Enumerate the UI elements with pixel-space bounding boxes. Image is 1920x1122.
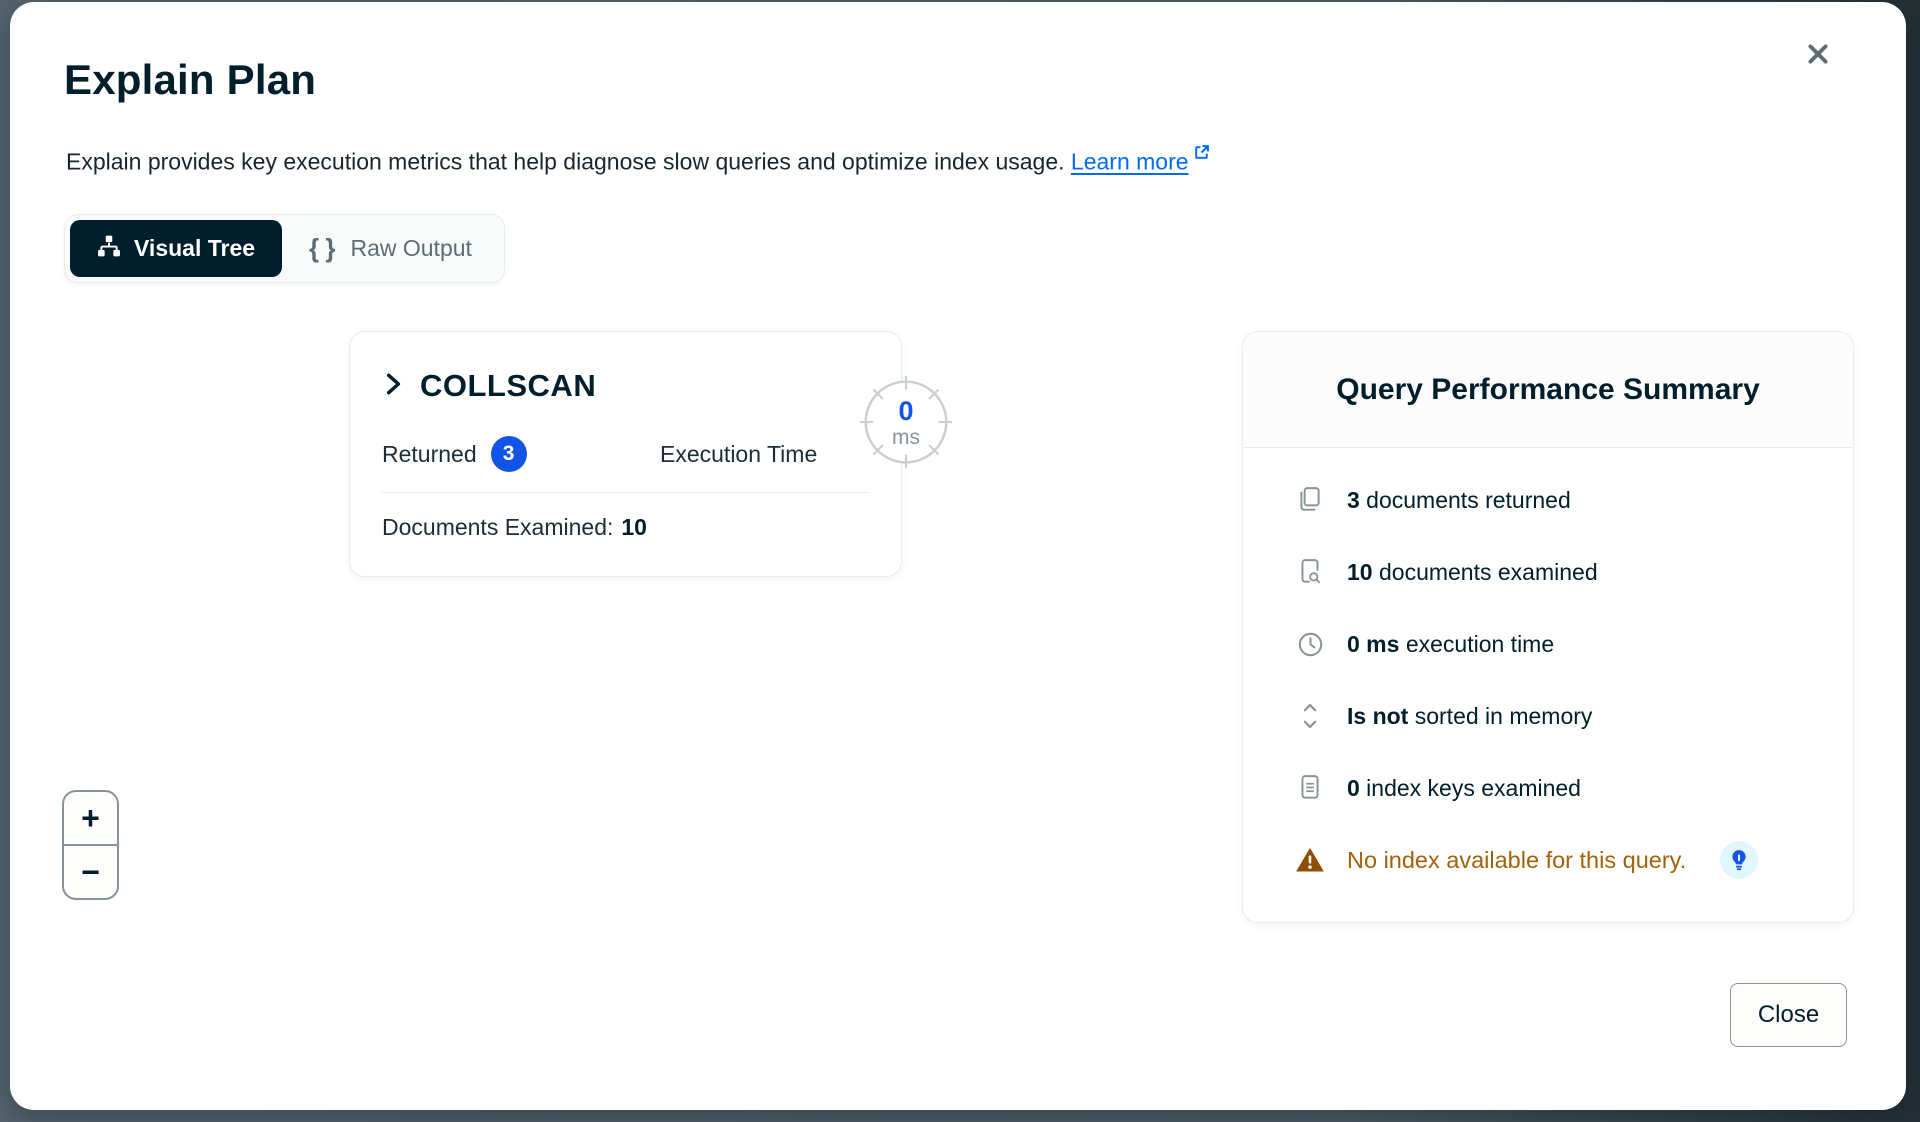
explain-plan-modal: Explain Plan Explain provides key execut…	[10, 2, 1906, 1110]
gauge-value: 0	[858, 396, 954, 427]
modal-description: Explain provides key execution metrics t…	[66, 140, 1210, 176]
stage-header: COLLSCAN	[382, 368, 596, 404]
warning-text: No index available for this query.	[1347, 847, 1686, 874]
external-link-icon	[1193, 140, 1210, 167]
list-item: 0 ms execution time	[1295, 608, 1853, 680]
returned-count-badge: 3	[491, 436, 527, 472]
documents-examined-label: Documents Examined:	[382, 514, 613, 540]
summary-item-text: 0 index keys examined	[1347, 775, 1581, 802]
divider	[382, 492, 869, 493]
returned-label: Returned	[382, 441, 477, 468]
summary-item-text: 3 documents returned	[1347, 487, 1571, 514]
no-index-warning: No index available for this query.	[1295, 824, 1853, 896]
summary-items: 3 documents returned 10 documents examin…	[1243, 448, 1853, 896]
documents-returned-icon	[1295, 486, 1325, 514]
learn-more-link[interactable]: Learn more	[1071, 149, 1189, 175]
clock-icon	[1295, 631, 1325, 658]
lightbulb-icon[interactable]	[1720, 841, 1758, 879]
execution-time-label: Execution Time	[660, 441, 817, 468]
zoom-controls: + −	[62, 790, 119, 900]
list-item: 3 documents returned	[1295, 464, 1853, 536]
summary-item-text: 10 documents examined	[1347, 559, 1598, 586]
query-performance-summary: Query Performance Summary 3 documents re…	[1242, 331, 1854, 923]
view-toggle: Visual Tree { } Raw Output	[64, 214, 505, 283]
close-button[interactable]: Close	[1730, 983, 1847, 1047]
chevron-right-icon[interactable]	[382, 371, 404, 402]
tab-label: Visual Tree	[134, 235, 255, 262]
list-item: 0 index keys examined	[1295, 752, 1853, 824]
index-document-icon	[1295, 774, 1325, 802]
summary-item-text: Is not sorted in memory	[1347, 703, 1592, 730]
tree-diagram-icon	[97, 234, 121, 264]
collscan-stage-card: COLLSCAN Returned 3 Execution Time Docum…	[349, 331, 902, 577]
list-item: Is not sorted in memory	[1295, 680, 1853, 752]
document-search-icon	[1295, 558, 1325, 586]
warning-icon	[1295, 846, 1325, 874]
sort-arrows-icon	[1295, 701, 1325, 731]
close-icon[interactable]	[1796, 32, 1840, 76]
summary-title: Query Performance Summary	[1243, 332, 1853, 448]
curly-braces-icon: { }	[309, 233, 337, 264]
summary-item-text: 0 ms execution time	[1347, 631, 1554, 658]
page-title: Explain Plan	[64, 56, 316, 104]
gauge-unit: ms	[858, 426, 954, 450]
stage-name: COLLSCAN	[420, 368, 596, 404]
tab-raw-output[interactable]: { } Raw Output	[282, 220, 499, 277]
stage-stats-row: Returned 3 Execution Time	[382, 436, 869, 472]
tab-visual-tree[interactable]: Visual Tree	[70, 220, 282, 277]
documents-examined-row: Documents Examined: 10	[382, 514, 647, 541]
list-item: 10 documents examined	[1295, 536, 1853, 608]
tab-label: Raw Output	[350, 235, 471, 262]
description-text: Explain provides key execution metrics t…	[66, 149, 1065, 175]
documents-examined-value: 10	[621, 514, 647, 540]
zoom-out-button[interactable]: −	[64, 846, 117, 898]
execution-time-gauge: 0 ms	[858, 374, 954, 470]
zoom-in-button[interactable]: +	[64, 792, 117, 844]
